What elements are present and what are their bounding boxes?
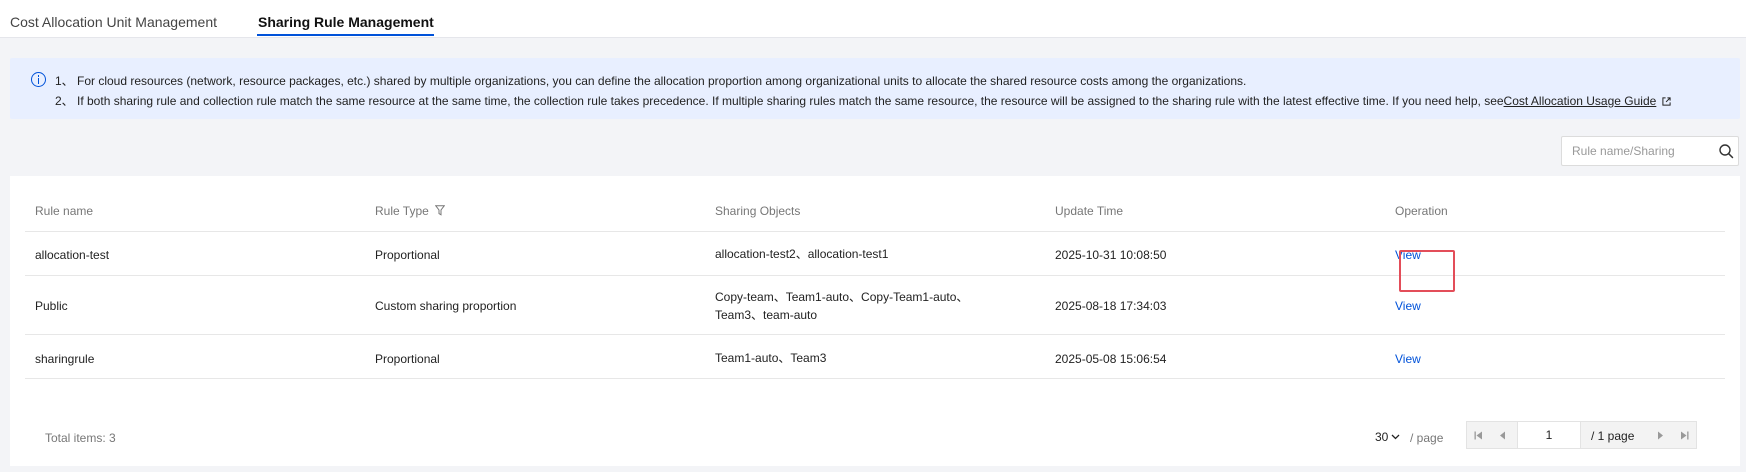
info-circle-icon	[31, 72, 46, 87]
first-page-icon	[1474, 431, 1482, 440]
info-notice: 1、 For cloud resources (network, resourc…	[10, 58, 1740, 119]
cell-rule-type: Custom sharing proportion	[375, 299, 517, 313]
cell-sharing-objects: allocation-test2、allocation-test1	[715, 247, 889, 261]
header-operation: Operation	[1395, 204, 1448, 218]
page-total-label: / 1 page	[1591, 429, 1635, 443]
tab-sharing-rule[interactable]: Sharing Rule Management	[258, 14, 434, 30]
header-rule-type-label: Rule Type	[375, 204, 429, 218]
notice-line-1: 1、 For cloud resources (network, resourc…	[55, 74, 1247, 88]
page-size-value: 30	[1375, 430, 1389, 444]
last-page-button[interactable]	[1673, 422, 1697, 448]
cell-rule-type: Proportional	[375, 248, 440, 262]
cell-update-time: 2025-10-31 10:08:50	[1055, 248, 1167, 262]
page-number-input[interactable]	[1517, 422, 1581, 448]
tab-cost-allocation-unit[interactable]: Cost Allocation Unit Management	[10, 14, 217, 30]
usage-guide-link[interactable]: Cost Allocation Usage Guide	[1504, 94, 1657, 108]
prev-page-icon	[1500, 431, 1505, 440]
prev-page-button[interactable]	[1491, 422, 1515, 448]
rules-table: Rule name Rule Type Sharing Objects Upda…	[25, 188, 1725, 379]
cell-sharing-objects: Team1-auto、Team3	[715, 351, 827, 365]
cell-rule-type: Proportional	[375, 352, 440, 366]
header-update-time: Update Time	[1055, 204, 1124, 218]
last-page-icon	[1681, 431, 1689, 440]
external-link-icon[interactable]	[1662, 97, 1671, 106]
filter-icon[interactable]	[434, 205, 445, 216]
total-items: Total items: 3	[45, 431, 116, 445]
cell-update-time: 2025-05-08 15:06:54	[1055, 352, 1167, 366]
header-rule-name: Rule name	[35, 204, 94, 218]
tab-bar: Cost Allocation Unit Management Sharing …	[0, 0, 1746, 38]
search-input[interactable]	[1562, 137, 1712, 165]
cell-sharing-objects: Copy-team、Team1-auto、Copy-Team1-auto、Tea…	[715, 290, 969, 322]
header-rule-type: Rule Type	[375, 204, 445, 218]
next-page-icon	[1658, 431, 1663, 440]
table-footer: Total items: 3 30 / page / 1 page	[10, 421, 1740, 461]
view-button[interactable]: View	[1395, 297, 1421, 315]
chevron-down-icon	[1391, 434, 1400, 440]
notice-line-2: 2、 If both sharing rule and collection r…	[55, 92, 1671, 109]
search-box	[1561, 136, 1739, 166]
pagination: / 1 page	[1466, 421, 1697, 449]
view-button[interactable]: View	[1395, 350, 1421, 368]
rules-card: Rule name Rule Type Sharing Objects Upda…	[10, 176, 1740, 466]
search-icon[interactable]	[1718, 143, 1734, 159]
cell-rule-name: Public	[35, 299, 68, 313]
view-button[interactable]: View	[1395, 246, 1421, 264]
table-row: Public Custom sharing proportion Copy-te…	[25, 276, 1725, 335]
page-size-select[interactable]: 30	[1375, 430, 1400, 444]
cell-rule-name: allocation-test	[35, 248, 110, 262]
first-page-button[interactable]	[1467, 422, 1491, 448]
header-sharing-objects: Sharing Objects	[715, 204, 801, 218]
cell-update-time: 2025-08-18 17:34:03	[1055, 299, 1167, 313]
next-page-button[interactable]	[1649, 422, 1673, 448]
per-page-label: / page	[1410, 431, 1444, 445]
notice-line-2-text: 2、 If both sharing rule and collection r…	[55, 94, 1504, 108]
table-row: sharingrule Proportional Team1-auto、Team…	[25, 335, 1725, 379]
table-row: allocation-test Proportional allocation-…	[25, 232, 1725, 276]
active-tab-indicator	[257, 34, 434, 36]
cell-rule-name: sharingrule	[35, 352, 95, 366]
table-header: Rule name Rule Type Sharing Objects Upda…	[25, 188, 1725, 232]
